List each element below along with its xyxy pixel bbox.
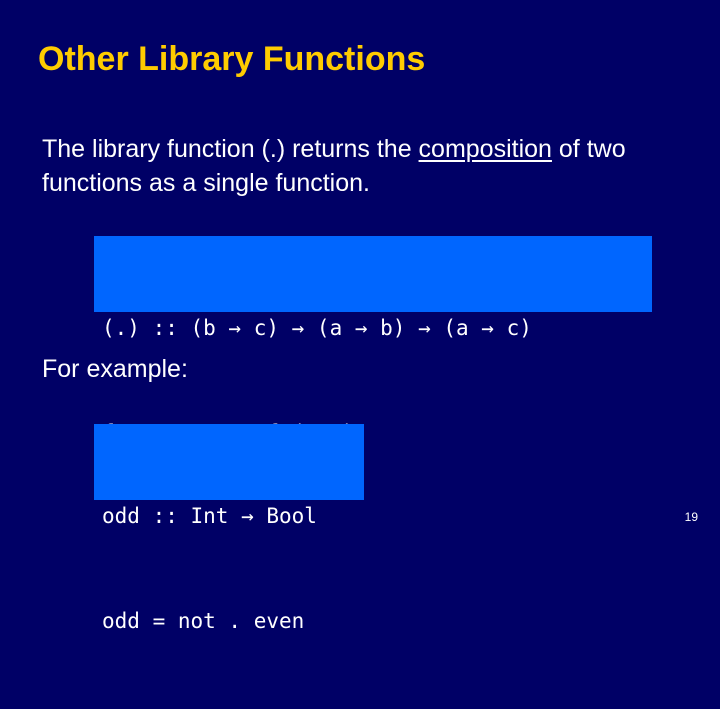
code-line-type-signature: (.) :: (b → c) → (a → b) → (a → c) [102,316,532,340]
code-line-odd-signature: odd :: Int → Bool [102,504,317,528]
code-block-definition: (.) :: (b → c) → (a → b) → (a → c) f . g… [94,236,652,445]
example-label: For example: [42,355,188,383]
intro-underlined-term: composition [418,135,552,163]
code-block-example: odd :: Int → Bool odd = not . even [94,424,364,633]
slide-title: Other Library Functions [38,40,426,78]
code-line-odd-definition: odd = not . even [102,609,305,633]
intro-paragraph: The library function (.) returns the com… [42,132,682,200]
slide: Other Library Functions The library func… [0,0,720,633]
intro-text-before: The library function (.) returns the [42,135,419,163]
page-number: 19 [684,510,698,524]
